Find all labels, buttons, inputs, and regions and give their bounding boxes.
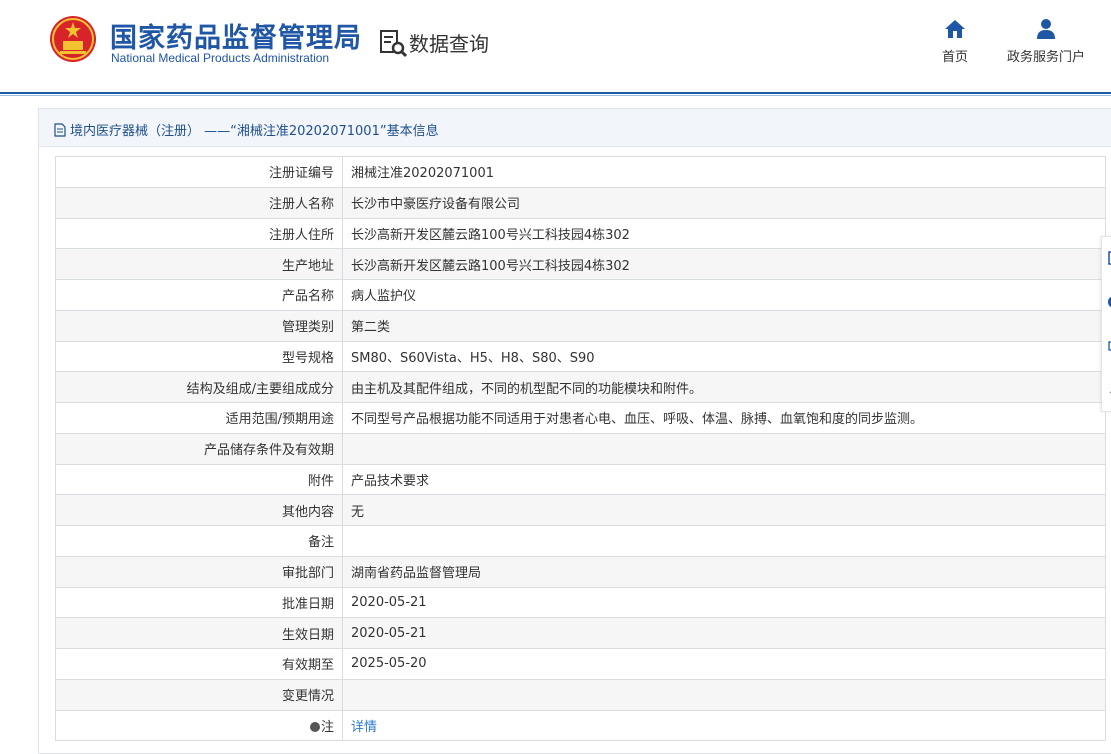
- table-row: 批准日期 2020-05-21: [55, 586, 1106, 619]
- user-icon: [1037, 19, 1055, 39]
- field-label: 适用范围/预期用途: [55, 402, 343, 434]
- table-row: 生效日期 2020-05-21: [55, 617, 1106, 649]
- side-toolbar: [1101, 236, 1111, 412]
- field-value: [342, 525, 1106, 557]
- field-label: 生效日期: [55, 617, 343, 649]
- header-divider: [0, 92, 1111, 94]
- field-value: 病人监护仪: [342, 279, 1106, 311]
- breadcrumb-bar: 境内医疗器械（注册） ——“湘械注准20202071001”基本信息: [39, 109, 1111, 147]
- field-label: 其他内容: [55, 494, 343, 526]
- field-value: 湘械注准20202071001: [342, 156, 1106, 188]
- field-value: 产品技术要求: [342, 463, 1106, 496]
- table-row: 型号规格 SM80、S60Vista、H5、H8、S80、S90: [55, 340, 1106, 373]
- field-value: 第二类: [342, 309, 1106, 342]
- field-value: 长沙高新开发区麓云路100号兴工科技园4栋302: [342, 248, 1106, 280]
- side-share-icon[interactable]: [1107, 383, 1111, 397]
- header-divider-light: [0, 95, 1111, 96]
- table-row: 注册人名称 长沙市中豪医疗设备有限公司: [55, 186, 1106, 219]
- table-row: 适用范围/预期用途 不同型号产品根据功能不同适用于对患者心电、血压、呼吸、体温、脉…: [55, 402, 1106, 434]
- field-label: 有效期至: [55, 648, 343, 680]
- field-label: 审批部门: [55, 555, 343, 588]
- table-row: 有效期至 2025-05-20: [55, 648, 1106, 680]
- field-value: 湖南省药品监督管理局: [342, 555, 1106, 588]
- field-value: 2020-05-21: [342, 586, 1106, 619]
- field-label: 注册人住所: [55, 217, 343, 250]
- table-row: 生产地址 长沙高新开发区麓云路100号兴工科技园4栋302: [55, 248, 1106, 280]
- field-value: [342, 678, 1106, 711]
- field-label: 批准日期: [55, 586, 343, 619]
- detail-panel: 境内医疗器械（注册） ——“湘械注准20202071001”基本信息 注册证编号…: [38, 108, 1111, 754]
- field-label: 产品名称: [55, 279, 343, 311]
- note-label: 注: [320, 719, 334, 735]
- site-header: 国家药品监督管理局 National Medical Products Admi…: [0, 0, 1111, 92]
- site-title-cn: 国家药品监督管理局: [110, 23, 362, 54]
- field-label: 备注: [55, 525, 343, 557]
- detail-link[interactable]: 详情: [351, 720, 377, 735]
- document-icon: [54, 122, 66, 137]
- table-row: 变更情况: [55, 678, 1106, 711]
- field-value: SM80、S60Vista、H5、H8、S80、S90: [342, 340, 1106, 373]
- field-label: 结构及组成/主要组成成分: [55, 371, 343, 403]
- data-query-icon: [380, 30, 408, 58]
- table-row: 结构及组成/主要组成成分 由主机及其配件组成，不同的机型配不同的功能模块和附件。: [55, 371, 1106, 403]
- table-row: 备注: [55, 525, 1106, 557]
- field-value: 长沙市中豪医疗设备有限公司: [342, 186, 1106, 219]
- field-value: 2025-05-20: [342, 648, 1106, 680]
- table-row: 产品储存条件及有效期: [55, 432, 1106, 465]
- field-value: 2020-05-21: [342, 617, 1106, 649]
- nav-home-link[interactable]: 首页: [932, 18, 978, 65]
- nav-portal-link[interactable]: 政务服务门户: [1000, 18, 1092, 65]
- field-label: 注册人名称: [55, 186, 343, 219]
- field-label-note: 注: [55, 709, 343, 742]
- field-label: 产品储存条件及有效期: [55, 432, 343, 465]
- field-label: 注册证编号: [55, 156, 343, 188]
- site-title-en: National Medical Products Administration: [111, 51, 330, 65]
- national-emblem-icon: [50, 16, 96, 62]
- field-label: 型号规格: [55, 340, 343, 373]
- breadcrumb: 境内医疗器械（注册） ——“湘械注准20202071001”基本信息: [53, 120, 439, 139]
- table-row: 附件 产品技术要求: [55, 463, 1106, 496]
- table-row: 审批部门 湖南省药品监督管理局: [55, 555, 1106, 588]
- field-value: 不同型号产品根据功能不同适用于对患者心电、血压、呼吸、体温、脉搏、血氧饱和度的同…: [342, 402, 1106, 434]
- device-info-table: 注册证编号 湘械注准20202071001 注册人名称 长沙市中豪医疗设备有限公司 注册…: [55, 156, 1106, 742]
- table-row: 管理类别 第二类: [55, 309, 1106, 342]
- side-document-icon[interactable]: [1107, 251, 1111, 265]
- field-value-note: 详情: [342, 709, 1106, 742]
- field-label: 变更情况: [55, 678, 343, 711]
- side-user-icon[interactable]: [1107, 295, 1111, 309]
- table-row: 注册证编号 湘械注准20202071001: [55, 156, 1106, 188]
- field-value: 由主机及其配件组成，不同的机型配不同的功能模块和附件。: [342, 371, 1106, 403]
- table-row: 产品名称 病人监护仪: [55, 279, 1106, 311]
- nav-portal-label: 政务服务门户: [1006, 50, 1085, 65]
- breadcrumb-text: 境内医疗器械（注册） ——“湘械注准20202071001”基本信息: [70, 124, 439, 139]
- field-label: 附件: [55, 463, 343, 496]
- data-query-title: 数据查询: [409, 32, 489, 56]
- table-row-note: 注 详情: [55, 709, 1106, 742]
- field-value: 无: [342, 494, 1106, 526]
- field-value: [342, 432, 1106, 465]
- table-row: 注册人住所 长沙高新开发区麓云路100号兴工科技园4栋302: [55, 217, 1106, 250]
- side-window-icon[interactable]: [1107, 339, 1111, 353]
- field-value: 长沙高新开发区麓云路100号兴工科技园4栋302: [342, 217, 1106, 250]
- field-label: 管理类别: [55, 309, 343, 342]
- info-dot-icon: [309, 721, 320, 732]
- table-row: 其他内容无: [55, 494, 1106, 526]
- field-label: 生产地址: [55, 248, 343, 280]
- nav-home-label: 首页: [941, 50, 968, 65]
- home-icon: [945, 20, 965, 38]
